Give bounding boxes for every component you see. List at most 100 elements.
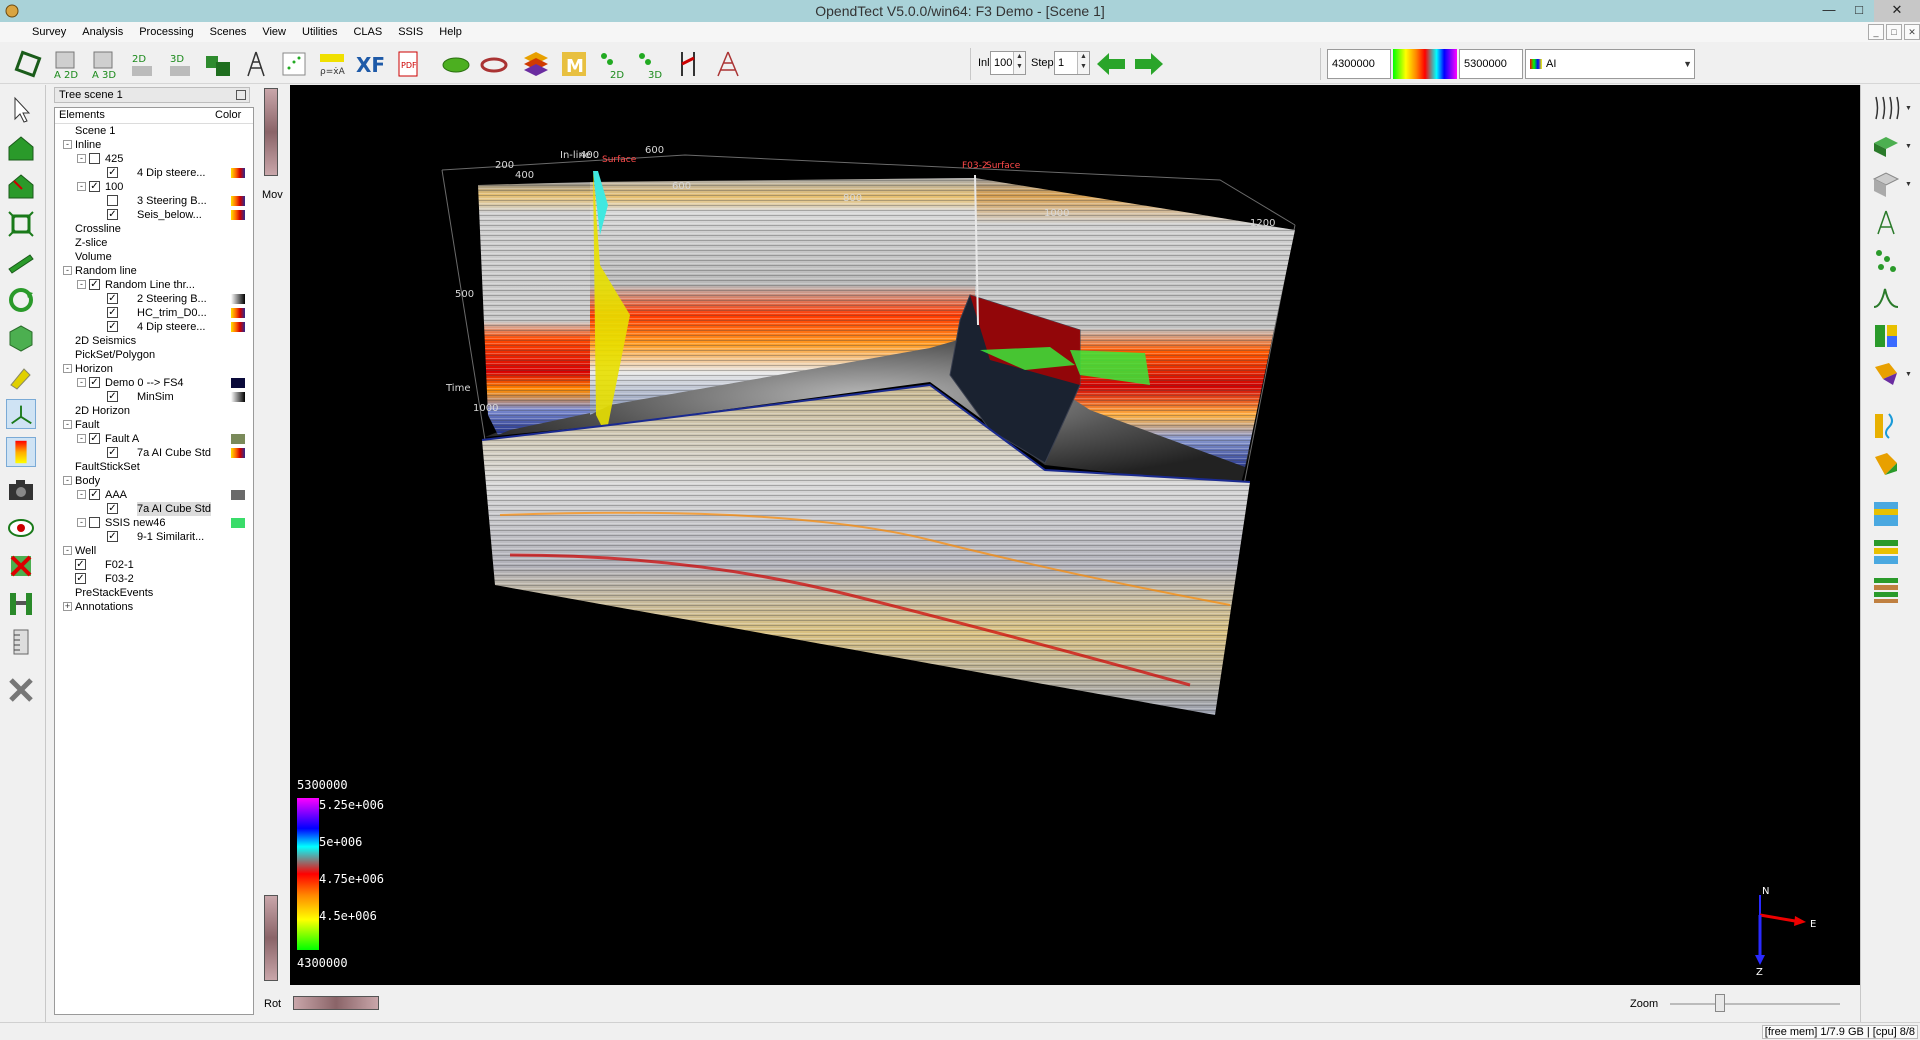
colorbar-max-field[interactable]: 5300000 bbox=[1459, 49, 1523, 79]
seismic-wiggle-icon[interactable] bbox=[1871, 93, 1901, 123]
attribute-2d-icon[interactable]: A 2D bbox=[50, 48, 82, 80]
tree-node[interactable]: ✓ 7a AI Cube Std bbox=[55, 502, 253, 516]
horizon-icon[interactable] bbox=[440, 48, 472, 80]
close-tool-icon[interactable] bbox=[6, 675, 36, 705]
tree-node[interactable]: - 425 bbox=[55, 152, 253, 166]
maximize-button[interactable]: □ bbox=[1844, 0, 1874, 22]
collapse-icon[interactable]: - bbox=[63, 266, 72, 275]
tree-node-checkbox[interactable]: ✓ bbox=[89, 433, 100, 444]
steering-2d-icon[interactable]: 2D bbox=[596, 48, 628, 80]
scene-viewport[interactable]: 200 In-line 400 600 400 600 800 1000 120… bbox=[290, 85, 1860, 985]
inl-spinbox[interactable]: ▲▼ bbox=[990, 51, 1026, 75]
color-swatch[interactable] bbox=[231, 434, 245, 444]
attribute-select[interactable]: AI ▼ bbox=[1525, 49, 1695, 79]
pickset-icon[interactable] bbox=[1871, 245, 1901, 275]
tree-node[interactable]: 2D Seismics bbox=[55, 334, 253, 348]
grid-surface-icon[interactable] bbox=[1871, 169, 1901, 199]
tree-node[interactable]: ✓ HC_trim_D0... bbox=[55, 306, 253, 320]
tree-node[interactable]: - ✓ 100 bbox=[55, 180, 253, 194]
menu-scenes[interactable]: Scenes bbox=[202, 22, 255, 42]
horizon-surface-icon[interactable] bbox=[1871, 131, 1901, 161]
tree-node[interactable]: - SSIS new46 bbox=[55, 516, 253, 530]
wavelet-icon[interactable] bbox=[1871, 283, 1901, 313]
systems-tract-icon[interactable] bbox=[1871, 575, 1901, 605]
cube-icon[interactable] bbox=[6, 323, 36, 353]
tree-node-checkbox[interactable]: ✓ bbox=[107, 321, 118, 332]
strat-column-icon[interactable] bbox=[1871, 321, 1901, 351]
well-track-icon[interactable] bbox=[1871, 207, 1901, 237]
tree-node[interactable]: ✓ 4 Dip steere... bbox=[55, 166, 253, 180]
highlighter-icon[interactable] bbox=[6, 361, 36, 391]
expand-icon[interactable]: + bbox=[63, 602, 72, 611]
tree-node-checkbox[interactable] bbox=[89, 153, 100, 164]
tree-node[interactable]: ✓ MinSim bbox=[55, 390, 253, 404]
tree-node[interactable]: Volume bbox=[55, 250, 253, 264]
cross-section-icon[interactable]: XF bbox=[354, 48, 386, 80]
pointer-icon[interactable] bbox=[6, 95, 36, 125]
mdi-restore-button[interactable]: □ bbox=[1886, 24, 1902, 40]
menu-analysis[interactable]: Analysis bbox=[74, 22, 131, 42]
collapse-icon[interactable]: - bbox=[63, 476, 72, 485]
chevron-down-icon[interactable]: ▼ bbox=[1905, 105, 1912, 112]
ruler-icon[interactable] bbox=[6, 627, 36, 657]
collapse-icon[interactable]: - bbox=[77, 434, 86, 443]
collapse-icon[interactable]: - bbox=[77, 378, 86, 387]
color-swatch[interactable] bbox=[231, 294, 245, 304]
inl-stepper-arrows[interactable]: ▲ ▼ bbox=[1013, 52, 1025, 74]
mov-slider[interactable] bbox=[264, 88, 278, 176]
tree-node-checkbox[interactable]: ✓ bbox=[107, 531, 118, 542]
fault-body-icon[interactable] bbox=[1871, 359, 1901, 389]
collapse-icon[interactable]: - bbox=[77, 280, 86, 289]
tree-node-checkbox[interactable]: ✓ bbox=[107, 447, 118, 458]
tree-node-checkbox[interactable]: ✓ bbox=[89, 377, 100, 388]
tree-node[interactable]: Scene 1 bbox=[55, 124, 253, 138]
tree-node[interactable]: - Well bbox=[55, 544, 253, 558]
tree-node[interactable]: ✓ 2 Steering B... bbox=[55, 292, 253, 306]
cubes-icon[interactable] bbox=[202, 48, 234, 80]
tree-node[interactable]: FaultStickSet bbox=[55, 460, 253, 474]
well-log-icon[interactable] bbox=[6, 589, 36, 619]
strat-layers-icon[interactable] bbox=[1871, 537, 1901, 567]
tree-node[interactable]: Crossline bbox=[55, 222, 253, 236]
volume-3d-icon[interactable]: 3D bbox=[164, 48, 196, 80]
arrow-left-icon[interactable] bbox=[1095, 48, 1127, 80]
colortable-icon[interactable] bbox=[6, 437, 36, 467]
tree-node[interactable]: + Annotations bbox=[55, 600, 253, 614]
crossplot-icon[interactable] bbox=[278, 48, 310, 80]
ring-icon[interactable] bbox=[478, 48, 510, 80]
tree-node-checkbox[interactable]: ✓ bbox=[89, 279, 100, 290]
tree-node[interactable]: - Inline bbox=[55, 138, 253, 152]
tree-node-checkbox[interactable] bbox=[89, 517, 100, 528]
tree-node-checkbox[interactable] bbox=[107, 195, 118, 206]
chevron-down-icon[interactable]: ▼ bbox=[1905, 371, 1912, 378]
tree-node[interactable]: - ✓ AAA bbox=[55, 488, 253, 502]
mdi-minimize-button[interactable]: _ bbox=[1868, 24, 1884, 40]
chevron-down-icon[interactable]: ▼ bbox=[1905, 143, 1912, 150]
undock-icon[interactable] bbox=[236, 90, 246, 100]
tree-node[interactable]: 3 Steering B... bbox=[55, 194, 253, 208]
tree-node[interactable]: - Fault bbox=[55, 418, 253, 432]
tree-node-checkbox[interactable]: ✓ bbox=[107, 307, 118, 318]
chevron-down-icon[interactable]: ▼ bbox=[1683, 50, 1692, 78]
close-button[interactable]: ✕ bbox=[1874, 0, 1920, 22]
view-plane-icon[interactable] bbox=[6, 247, 36, 277]
color-swatch[interactable] bbox=[231, 518, 245, 528]
well-tie-icon[interactable] bbox=[240, 48, 272, 80]
tree-node[interactable]: 2D Horizon bbox=[55, 404, 253, 418]
tree-node[interactable]: ✓ F02-1 bbox=[55, 558, 253, 572]
wheeler-icon[interactable] bbox=[1871, 499, 1901, 529]
axes-3d-icon[interactable] bbox=[6, 399, 36, 429]
step-spinbox[interactable]: ▲▼ bbox=[1054, 51, 1090, 75]
m-icon[interactable]: M bbox=[558, 48, 590, 80]
tree-node[interactable]: - ✓ Demo 0 --> FS4 bbox=[55, 376, 253, 390]
collapse-icon[interactable]: - bbox=[77, 518, 86, 527]
flatten-icon[interactable] bbox=[1871, 449, 1901, 479]
layers-icon[interactable] bbox=[520, 48, 552, 80]
color-swatch[interactable] bbox=[231, 378, 245, 388]
rock-physics-icon[interactable]: ρ=ẋA bbox=[316, 48, 348, 80]
minimize-button[interactable]: — bbox=[1814, 0, 1844, 22]
tree-node[interactable]: ✓ 4 Dip steere... bbox=[55, 320, 253, 334]
remove-icon[interactable] bbox=[6, 551, 36, 581]
color-swatch[interactable] bbox=[231, 168, 245, 178]
collapse-icon[interactable]: - bbox=[63, 420, 72, 429]
